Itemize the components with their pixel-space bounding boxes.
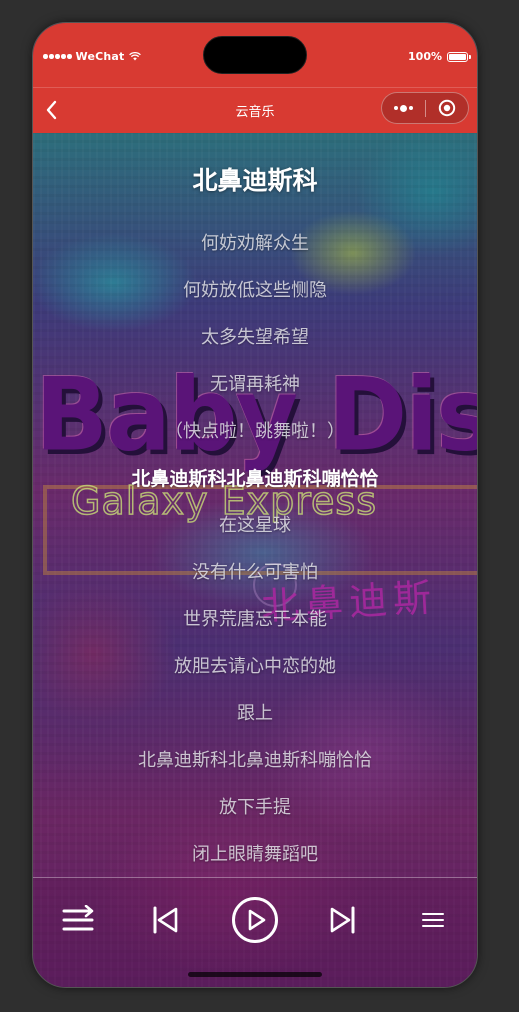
lyric-line[interactable]: 没有什么可害怕 <box>33 554 477 601</box>
lyric-line[interactable]: （快点啦！跳舞啦！） <box>33 413 477 460</box>
shuffle-icon <box>62 905 94 931</box>
target-circle-icon <box>438 99 456 117</box>
lyric-line[interactable]: 何妨劝解众生 <box>33 225 477 272</box>
nav-bar: 云音乐 <box>33 87 477 133</box>
carrier-indicator: WeChat <box>43 50 141 63</box>
lyric-line-active[interactable]: 北鼻迪斯科北鼻迪斯科嘣恰恰 <box>33 460 477 507</box>
lyric-line[interactable]: 世界荒唐忘于本能 <box>33 601 477 648</box>
song-title: 北鼻迪斯科 <box>192 166 318 195</box>
close-button[interactable] <box>426 99 468 117</box>
playlist-button[interactable] <box>413 900 453 940</box>
phone-frame: Baby Disco Galaxy Express 北鼻迪斯 WeChat 10… <box>32 22 478 988</box>
lyric-line[interactable]: 太多失望希望 <box>33 319 477 366</box>
next-button[interactable] <box>323 900 363 940</box>
lyric-line[interactable]: 无谓再耗神 <box>33 366 477 413</box>
signal-icon <box>43 54 72 59</box>
lyric-line[interactable]: 跟上 <box>33 695 477 742</box>
carrier-name: WeChat <box>75 50 125 63</box>
previous-icon <box>153 906 178 934</box>
lyric-line[interactable]: 何妨放低这些恻隐 <box>33 272 477 319</box>
status-bar: WeChat 100% <box>33 23 477 87</box>
playlist-icon <box>422 913 444 927</box>
battery-percent: 100% <box>408 50 442 63</box>
home-indicator <box>188 972 322 977</box>
lyrics-list: 何妨劝解众生 何妨放低这些恻隐 太多失望希望 无谓再耗神 （快点啦！跳舞啦！） 北鼻迪斯科… <box>33 225 477 883</box>
previous-button[interactable] <box>145 900 185 940</box>
player-controls <box>33 877 477 987</box>
mini-program-capsule <box>381 92 469 124</box>
camera-notch <box>203 36 307 74</box>
shuffle-button[interactable] <box>58 900 98 940</box>
lyric-line[interactable]: 放胆去请心中恋的她 <box>33 648 477 695</box>
next-icon <box>330 906 355 934</box>
lyric-line[interactable]: 北鼻迪斯科北鼻迪斯科嘣恰恰 <box>33 742 477 789</box>
wifi-icon <box>128 52 141 61</box>
lyric-line[interactable]: 闭上眼睛舞蹈吧 <box>33 836 477 883</box>
lyric-line[interactable]: 放下手提 <box>33 789 477 836</box>
lyric-line[interactable]: 在这星球 <box>33 507 477 554</box>
play-button[interactable] <box>230 895 280 945</box>
play-icon <box>232 897 278 943</box>
battery-indicator: 100% <box>408 50 471 63</box>
more-button[interactable] <box>382 104 425 112</box>
battery-icon <box>447 51 471 62</box>
